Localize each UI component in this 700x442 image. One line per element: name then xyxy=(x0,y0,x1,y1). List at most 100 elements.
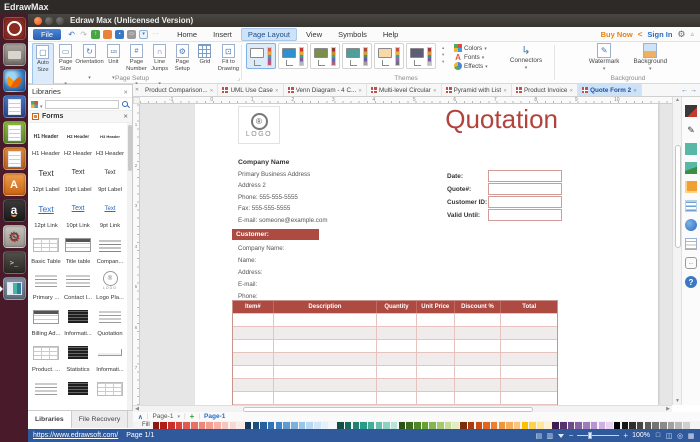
library-item[interactable]: LOGO Logo Pla... xyxy=(94,267,126,303)
window-minimize-button[interactable] xyxy=(45,17,53,25)
library-item[interactable]: Primary ... xyxy=(30,267,62,303)
launcher-terminal[interactable] xyxy=(3,251,26,274)
customer-header-bar[interactable]: Customer: xyxy=(232,229,319,240)
fill-color-swatch[interactable] xyxy=(629,422,636,429)
file-recovery-tab[interactable]: File Recovery xyxy=(72,411,129,428)
fill-color-swatch[interactable] xyxy=(199,422,206,429)
comment-tool[interactable] xyxy=(685,257,697,269)
fill-color-swatch[interactable] xyxy=(522,422,529,429)
zoom-filter-button[interactable] xyxy=(557,432,565,440)
horizontal-scrollbar[interactable]: ◀ ▶ xyxy=(133,405,672,412)
library-item[interactable]: Contact I... xyxy=(62,267,94,303)
launcher-firefox[interactable] xyxy=(3,69,26,92)
collapse-ribbon-icon[interactable]: ▵ xyxy=(690,30,694,38)
fill-color-swatch[interactable] xyxy=(429,422,436,429)
fill-color-swatch[interactable] xyxy=(406,422,413,429)
clipart-tool[interactable] xyxy=(685,162,697,174)
page-menu[interactable]: Page-1 xyxy=(152,413,173,420)
watermark-button[interactable]: Watermark xyxy=(589,43,620,72)
fill-color-swatch[interactable] xyxy=(268,422,275,429)
field-value-box[interactable] xyxy=(488,170,562,182)
quote-table[interactable]: Item#DescriptionQuantityUnit PriceDiscou… xyxy=(232,300,558,405)
fill-color-swatch[interactable] xyxy=(599,422,606,429)
fill-color-swatch[interactable] xyxy=(645,422,652,429)
fill-color-swatch[interactable] xyxy=(614,422,621,429)
library-search-input[interactable] xyxy=(45,100,119,109)
gallery-button[interactable] xyxy=(139,30,148,39)
fill-color-swatch[interactable] xyxy=(575,422,582,429)
theme-1[interactable] xyxy=(246,43,276,69)
library-item[interactable]: Informati... xyxy=(94,339,126,375)
close-tab-icon[interactable] xyxy=(433,87,437,94)
library-item[interactable]: Text 9pt Link xyxy=(94,195,126,231)
fill-color-swatch[interactable] xyxy=(591,422,598,429)
fill-color-swatch[interactable] xyxy=(622,422,629,429)
fill-color-swatch[interactable] xyxy=(176,422,183,429)
fill-color-swatch[interactable] xyxy=(230,422,237,429)
theme-format-tool[interactable] xyxy=(685,105,697,117)
fill-color-swatch[interactable] xyxy=(506,422,513,429)
launcher-files[interactable] xyxy=(3,43,26,66)
fill-color-swatch[interactable] xyxy=(191,422,198,429)
fill-color-swatch[interactable] xyxy=(437,422,444,429)
more-button[interactable] xyxy=(151,30,160,39)
field-value-box[interactable] xyxy=(488,209,562,221)
launcher-libreoffice-impress[interactable] xyxy=(3,147,26,170)
fill-color-swatch[interactable] xyxy=(337,422,344,429)
fill-color-swatch[interactable] xyxy=(368,422,375,429)
fill-color-swatch[interactable] xyxy=(306,422,313,429)
canvas-viewport[interactable]: ® LOGO Quotation Company Name Primary Bu… xyxy=(140,104,672,405)
fill-color-swatch[interactable] xyxy=(391,422,398,429)
tab-scroll-left-icon[interactable]: ← xyxy=(681,87,688,94)
fill-color-swatch[interactable] xyxy=(468,422,475,429)
menu-symbols[interactable]: Symbols xyxy=(331,28,374,41)
fill-color-swatch[interactable] xyxy=(253,422,260,429)
close-panel-icon[interactable] xyxy=(123,87,128,96)
fill-color-swatch[interactable] xyxy=(529,422,536,429)
library-category-icon[interactable] xyxy=(31,101,38,108)
fill-color-swatch[interactable] xyxy=(260,422,267,429)
library-item[interactable]: Text 10pt Label xyxy=(62,159,94,195)
fill-color-swatch[interactable] xyxy=(168,422,175,429)
pan-button[interactable] xyxy=(687,432,695,440)
effects-button[interactable]: Effects xyxy=(454,62,488,70)
tab-product-invoice[interactable]: Product Invoice xyxy=(512,84,578,96)
fill-color-swatch[interactable] xyxy=(422,422,429,429)
fill-color-swatch[interactable] xyxy=(214,422,221,429)
fill-color-swatch[interactable] xyxy=(345,422,352,429)
close-tab-icon[interactable] xyxy=(133,84,141,96)
tab-venn-diagram[interactable]: Venn Diagram - 4 C... xyxy=(284,84,367,96)
fill-color-swatch[interactable] xyxy=(652,422,659,429)
fill-color-swatch[interactable] xyxy=(483,422,490,429)
page-view-button[interactable] xyxy=(535,432,543,440)
fill-color-swatch[interactable] xyxy=(276,422,283,429)
fill-color-swatch[interactable] xyxy=(668,422,675,429)
library-item[interactable]: Statistics xyxy=(62,339,94,375)
save-button[interactable] xyxy=(115,30,124,39)
page-tab-active[interactable]: Page-1 xyxy=(204,413,225,420)
quotation-title[interactable]: Quotation xyxy=(423,104,558,134)
style-tool[interactable] xyxy=(685,143,697,155)
fill-color-swatch[interactable] xyxy=(291,422,298,429)
pencil-tool[interactable] xyxy=(685,124,697,136)
tab-scroll-right-icon[interactable]: → xyxy=(690,87,697,94)
fill-color-swatch[interactable] xyxy=(583,422,590,429)
fill-color-swatch[interactable] xyxy=(552,422,559,429)
forms-section-header[interactable]: Forms xyxy=(28,111,132,123)
hyperlink-tool[interactable] xyxy=(685,219,697,231)
launcher-libreoffice-writer[interactable] xyxy=(3,95,26,118)
fill-color-swatch[interactable] xyxy=(360,422,367,429)
fill-color-swatch[interactable] xyxy=(376,422,383,429)
window-close-button[interactable] xyxy=(34,17,42,25)
window-maximize-button[interactable] xyxy=(56,17,64,25)
fill-color-swatch[interactable] xyxy=(399,422,406,429)
close-tab-icon[interactable] xyxy=(633,87,637,94)
collapse-pages-icon[interactable]: ∧ xyxy=(138,413,143,421)
launcher-libreoffice-calc[interactable] xyxy=(3,121,26,144)
zoom-in-button[interactable]: + xyxy=(623,431,628,440)
library-item[interactable]: Text 12pt Label xyxy=(30,159,62,195)
find-button[interactable] xyxy=(676,432,684,440)
menu-help[interactable]: Help xyxy=(376,28,405,41)
theme-more-icon[interactable]: ▾ xyxy=(442,59,444,65)
library-item[interactable] xyxy=(94,375,126,411)
